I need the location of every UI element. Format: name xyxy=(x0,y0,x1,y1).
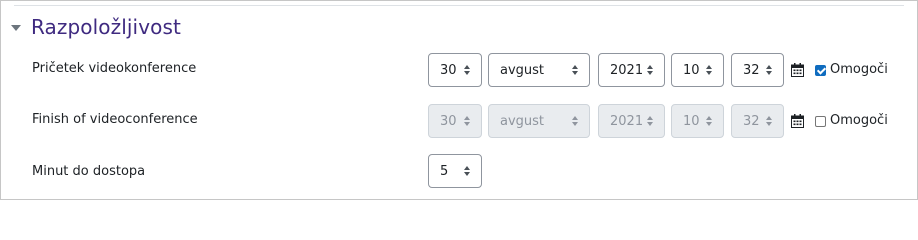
finish-enable-checkbox[interactable] xyxy=(815,116,826,127)
section-header[interactable]: Razpoložljivost xyxy=(11,15,181,39)
select-arrows-icon xyxy=(766,64,773,76)
select-arrows-icon xyxy=(572,115,579,127)
start-hour-value: 10 xyxy=(683,62,700,78)
start-day-value: 30 xyxy=(440,62,457,78)
finish-minute-value: 32 xyxy=(743,113,760,129)
select-arrows-icon xyxy=(464,165,471,177)
finish-month-value: avgust xyxy=(500,113,545,129)
select-arrows-icon xyxy=(464,64,471,76)
access-minutes-select[interactable]: 5 xyxy=(428,154,482,188)
select-arrows-icon xyxy=(572,64,579,76)
finish-month-select[interactable]: avgust xyxy=(488,104,590,138)
start-enable-label[interactable]: Omogoči xyxy=(830,62,888,77)
select-arrows-icon xyxy=(706,115,713,127)
start-month-select[interactable]: avgust xyxy=(488,53,590,87)
start-month-value: avgust xyxy=(500,62,545,78)
access-minutes-label: Minut do dostopa xyxy=(32,164,146,179)
start-minute-select[interactable]: 32 xyxy=(731,53,784,87)
start-year-select[interactable]: 2021 xyxy=(598,53,665,87)
start-enable-checkbox[interactable] xyxy=(815,65,826,76)
start-minute-value: 32 xyxy=(743,62,760,78)
start-day-select[interactable]: 30 xyxy=(428,53,482,87)
divider xyxy=(14,5,904,6)
finish-day-value: 30 xyxy=(440,113,457,129)
select-arrows-icon xyxy=(766,115,773,127)
finish-day-select[interactable]: 30 xyxy=(428,104,482,138)
collapse-caret-icon[interactable] xyxy=(11,25,21,31)
finish-hour-value: 10 xyxy=(683,113,700,129)
finish-year-value: 2021 xyxy=(610,113,644,129)
select-arrows-icon xyxy=(647,115,654,127)
finish-minute-select[interactable]: 32 xyxy=(731,104,784,138)
calendar-icon[interactable] xyxy=(791,114,804,128)
finish-enable-label[interactable]: Omogoči xyxy=(830,113,888,128)
calendar-icon[interactable] xyxy=(791,63,804,77)
start-year-value: 2021 xyxy=(610,62,644,78)
access-minutes-value: 5 xyxy=(440,163,449,179)
finish-hour-select[interactable]: 10 xyxy=(671,104,724,138)
section-title: Razpoložljivost xyxy=(31,15,181,39)
finish-label: Finish of videoconference xyxy=(32,112,198,127)
select-arrows-icon xyxy=(464,115,471,127)
select-arrows-icon xyxy=(647,64,654,76)
form-section: Razpoložljivost Pričetek videokonference… xyxy=(0,0,918,200)
finish-year-select[interactable]: 2021 xyxy=(598,104,665,138)
start-hour-select[interactable]: 10 xyxy=(671,53,724,87)
start-label: Pričetek videokonference xyxy=(32,61,197,76)
select-arrows-icon xyxy=(706,64,713,76)
